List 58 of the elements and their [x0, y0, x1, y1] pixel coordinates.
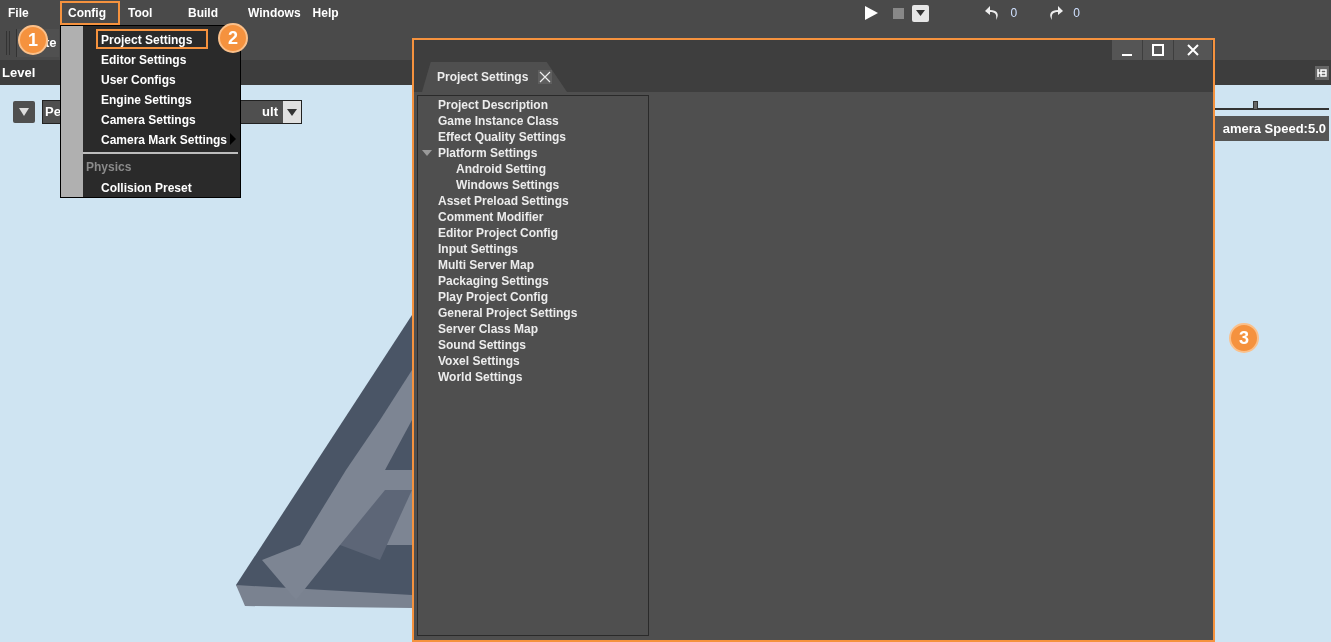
minimize-button[interactable]	[1112, 40, 1142, 60]
menu-item[interactable]: Camera Mark Settings	[96, 129, 233, 149]
menu-bar-item[interactable]: Windows	[240, 1, 305, 25]
redo-icon[interactable]	[1047, 5, 1064, 21]
tree-item[interactable]: Project Description	[438, 96, 549, 114]
undo-count: 0	[1010, 5, 1018, 22]
tree-item[interactable]: Windows Settings	[456, 176, 560, 194]
tree-item[interactable]: General Project Settings	[438, 304, 578, 322]
tree-item[interactable]: Editor Project Config	[438, 224, 558, 242]
menu-item[interactable]: Project Settings	[96, 29, 208, 49]
slider-thumb[interactable]	[1253, 101, 1259, 110]
filter-button[interactable]	[13, 101, 35, 123]
caret-down-icon	[287, 108, 297, 116]
tree-item[interactable]: World Settings	[438, 368, 523, 386]
pin-icon[interactable]	[1315, 65, 1329, 80]
submenu-arrow-icon	[230, 133, 236, 145]
view-mode-text: Pe	[44, 103, 61, 122]
menu-item[interactable]: User Configs	[96, 69, 181, 89]
menu-bar-item[interactable]: Config	[60, 1, 120, 25]
close-button[interactable]	[1174, 40, 1212, 60]
maximize-button[interactable]	[1143, 40, 1173, 60]
view-mode-text: ult	[262, 103, 278, 122]
redo-count: 0	[1073, 5, 1080, 22]
tree-item[interactable]: Play Project Config	[438, 288, 549, 306]
menu-bar-item[interactable]: Help	[304, 1, 365, 25]
menu-bar-item[interactable]: File	[0, 1, 60, 25]
maximize-icon	[1152, 44, 1164, 56]
menu-section-header: Physics	[86, 159, 132, 177]
step-number-badge: 3	[1229, 323, 1259, 353]
tree-item[interactable]: Multi Server Map	[438, 256, 535, 274]
close-icon[interactable]	[538, 70, 553, 84]
tree-item[interactable]: Android Setting	[456, 160, 546, 178]
dialog-tab[interactable]: Project Settings	[422, 62, 567, 92]
menu-bar-item[interactable]: Build	[180, 1, 240, 25]
menu-bar-item[interactable]: Tool	[120, 1, 180, 25]
tree-item[interactable]: Comment Modifier	[438, 208, 544, 226]
tree-item[interactable]: Platform Settings	[438, 144, 538, 162]
tree-item[interactable]: Packaging Settings	[438, 272, 549, 290]
menu-item[interactable]: Editor Settings	[96, 49, 192, 69]
tree-item[interactable]: Sound Settings	[438, 336, 526, 354]
menu-item[interactable]: Camera Settings	[96, 109, 201, 129]
caret-down-icon	[915, 10, 925, 16]
panel-title: Level	[2, 63, 36, 82]
tree-item[interactable]: Effect Quality Settings	[438, 128, 567, 146]
tree-item[interactable]: Server Class Map	[438, 320, 539, 338]
menu-item[interactable]: Engine Settings	[96, 89, 197, 109]
tree-item[interactable]: Input Settings	[438, 240, 518, 258]
caret-down-icon[interactable]	[422, 150, 432, 156]
tree-item[interactable]: Asset Preload Settings	[438, 192, 569, 210]
close-icon	[1187, 44, 1199, 56]
tree-item[interactable]: Voxel Settings	[438, 352, 520, 370]
dropdown-button[interactable]	[911, 4, 929, 22]
minimize-icon	[1121, 54, 1133, 56]
undo-icon[interactable]	[984, 5, 1001, 21]
filter-icon	[19, 108, 29, 116]
menu-item[interactable]: Collision Preset	[96, 177, 197, 197]
stop-button[interactable]	[892, 7, 904, 19]
tree-item[interactable]: Game Instance Class	[438, 112, 559, 130]
